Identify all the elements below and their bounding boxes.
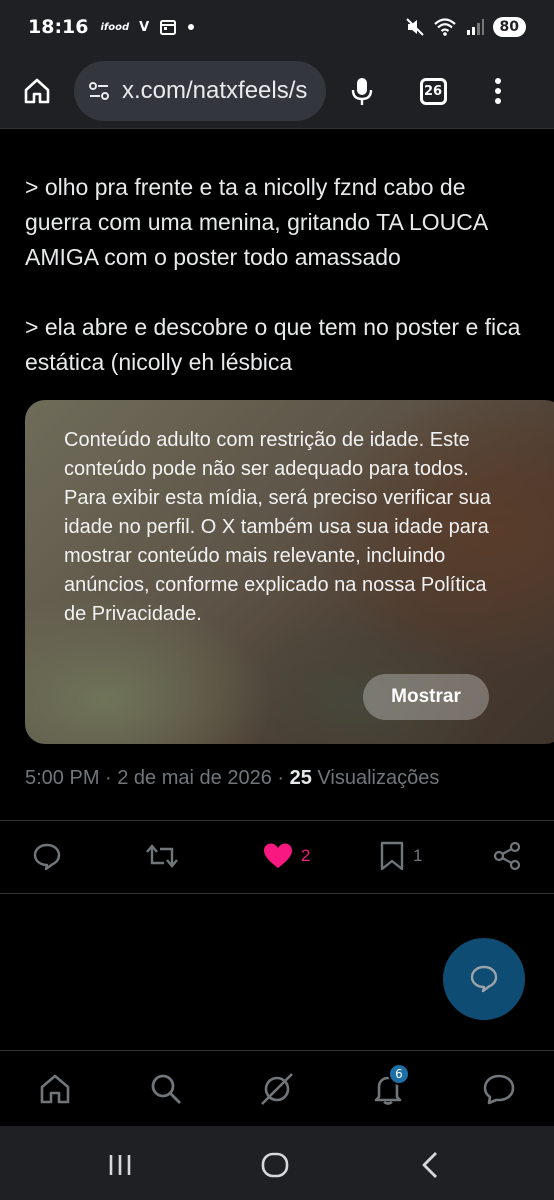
divider — [0, 893, 554, 894]
divider — [0, 128, 554, 129]
home-icon — [40, 1074, 70, 1104]
tab-count: 26 — [419, 77, 447, 105]
bottom-navigation: 6 — [0, 1050, 554, 1126]
retweet-button[interactable] — [145, 838, 179, 874]
timestamp[interactable]: 5:00 PM · 2 de mai de 2026 · — [25, 767, 284, 789]
reply-plus-icon — [470, 965, 498, 993]
views-count: 25 — [289, 767, 312, 789]
battery-icon: 80 — [492, 17, 526, 37]
tweet-body: > olho pra frente e ta a nicolly fznd ca… — [25, 170, 535, 415]
more-vertical-icon — [495, 78, 501, 104]
status-bar: 18:16 ifood V 80 — [0, 0, 554, 54]
browser-toolbar: x.com/natxfeels/s 26 — [0, 54, 554, 128]
v-icon: V — [139, 19, 150, 35]
back-chevron-icon — [422, 1152, 437, 1178]
recent-apps-button[interactable] — [100, 1145, 140, 1185]
voice-search-button[interactable] — [326, 76, 398, 106]
system-navigation-bar — [0, 1126, 554, 1200]
nav-search[interactable] — [146, 1069, 186, 1109]
reply-icon — [33, 843, 61, 871]
home-circle-icon — [261, 1152, 289, 1178]
tab-switcher-button[interactable]: 26 — [398, 77, 468, 105]
signal-icon — [466, 19, 484, 35]
recent-apps-icon — [109, 1155, 131, 1175]
like-count: 2 — [301, 846, 311, 865]
address-bar[interactable]: x.com/natxfeels/s — [74, 61, 326, 121]
bookmark-button[interactable]: 1 — [379, 838, 422, 874]
nav-home[interactable] — [35, 1069, 75, 1109]
nav-grok[interactable] — [257, 1069, 297, 1109]
wifi-icon — [433, 18, 456, 36]
retweet-icon — [146, 844, 178, 868]
share-button[interactable] — [492, 838, 522, 874]
tweet-meta: 5:00 PM · 2 de mai de 2026 · 25 Visualiz… — [25, 767, 439, 790]
heart-filled-icon — [264, 843, 292, 868]
dot-icon — [188, 24, 195, 30]
microphone-icon — [351, 78, 373, 105]
share-icon — [493, 841, 521, 871]
bookmark-count: 1 — [413, 846, 423, 865]
show-media-button[interactable]: Mostrar — [363, 674, 489, 720]
browser-menu-button[interactable] — [468, 77, 528, 105]
url-text[interactable]: x.com/natxfeels/s — [122, 77, 307, 105]
home-icon — [24, 78, 50, 104]
notification-badge: 6 — [388, 1063, 410, 1085]
like-button[interactable]: 2 — [263, 838, 310, 874]
home-button[interactable] — [0, 54, 74, 128]
chat-icon — [483, 1074, 515, 1105]
sensitive-content-notice: Conteúdo adulto com restrição de idade. … — [64, 429, 491, 625]
nav-messages[interactable] — [479, 1069, 519, 1109]
calendar-icon — [160, 20, 177, 35]
mute-icon — [405, 18, 424, 36]
search-icon — [151, 1074, 181, 1104]
reply-button[interactable] — [32, 838, 62, 874]
grok-icon — [261, 1073, 293, 1105]
compose-reply-fab[interactable] — [443, 938, 525, 1020]
back-button[interactable] — [410, 1145, 450, 1185]
tweet-paragraph: > olho pra frente e ta a nicolly fznd ca… — [25, 174, 487, 270]
tweet-paragraph: > ela abre e descobre o que tem no poste… — [25, 314, 521, 375]
views-label: Visualizações — [317, 767, 440, 789]
divider — [0, 820, 554, 821]
clock: 18:16 — [28, 16, 89, 38]
ifood-icon: ifood — [100, 21, 130, 33]
home-system-button[interactable] — [255, 1145, 295, 1185]
site-settings-icon[interactable] — [86, 78, 112, 104]
bookmark-icon — [380, 841, 404, 871]
sensitive-media-card: Conteúdo adulto com restrição de idade. … — [25, 400, 554, 744]
